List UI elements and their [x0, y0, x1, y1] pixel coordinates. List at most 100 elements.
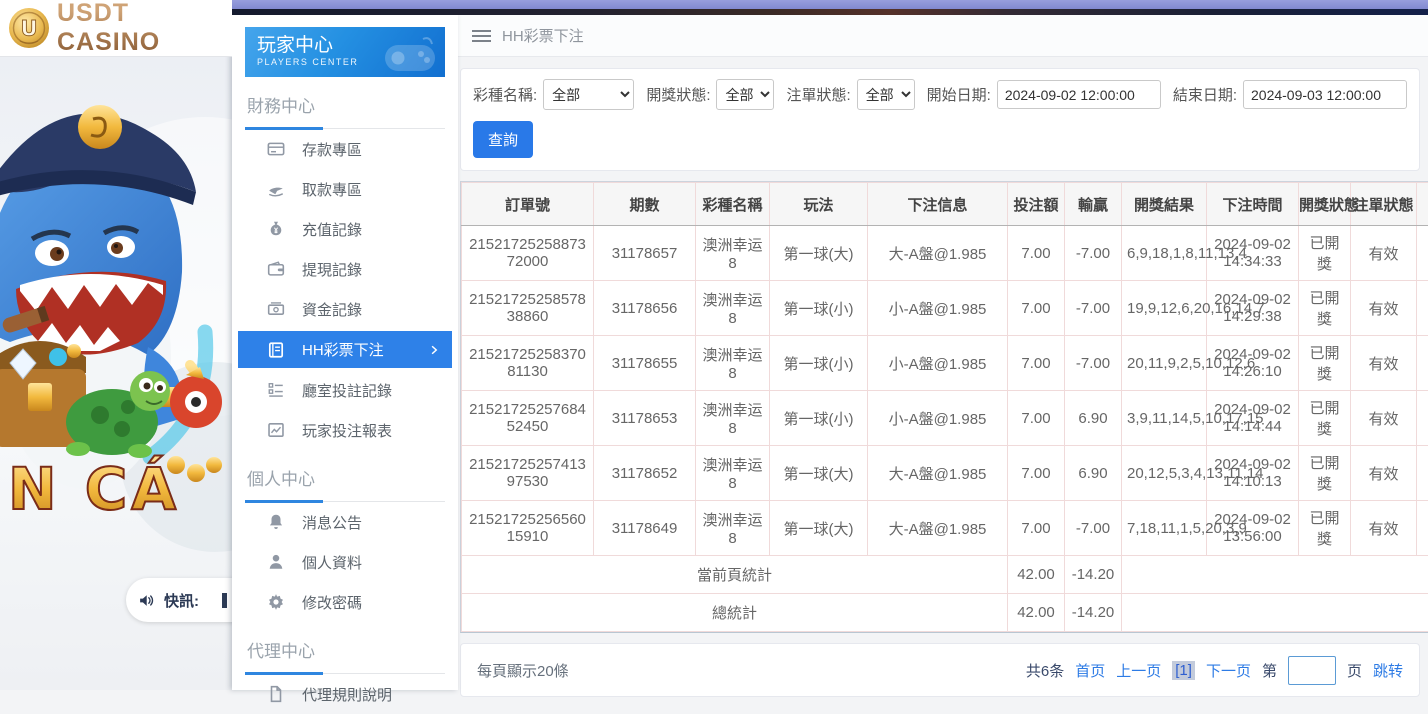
cell: 20,12,5,3,4,13,11,14 — [1122, 446, 1207, 501]
sidebar-item-user[interactable]: 個人資料 — [245, 542, 445, 582]
table-row: 215217252565601591031178649澳洲幸运8第一球(大)大-… — [462, 501, 1428, 556]
cell: 第一球(小) — [770, 391, 868, 446]
current-page[interactable]: [1] — [1172, 661, 1195, 680]
sidebar-item-label: 個人資料 — [302, 552, 362, 573]
start-date-input[interactable] — [997, 80, 1161, 109]
cell: 已開獎 — [1299, 226, 1351, 281]
next-page-link[interactable]: 下一页 — [1206, 660, 1251, 681]
bets-table: 訂單號期數彩種名稱玩法下注信息投注額輸贏開獎結果下注時間開獎狀態注單狀態2152… — [461, 182, 1428, 632]
column-header: 下注信息 — [868, 183, 1008, 226]
summary-label: 當前頁統計 — [462, 556, 1008, 594]
ticker-text-fragment — [222, 593, 227, 608]
brand-name: USDT CASINO — [57, 0, 232, 57]
cell: 小-A盤@1.985 — [868, 391, 1008, 446]
cell: 大-A盤@1.985 — [868, 446, 1008, 501]
cashout-wallet-icon — [267, 260, 285, 278]
cell: 有效 — [1351, 336, 1417, 391]
column-header: 下注時間 — [1207, 183, 1299, 226]
cell: 澳洲幸运8 — [696, 281, 770, 336]
promo-caption: N CÁ — [8, 454, 180, 523]
sidebar-item-bell[interactable]: 消息公告 — [245, 502, 445, 542]
section-divider — [245, 126, 445, 129]
cell: 已開獎 — [1299, 391, 1351, 446]
column-header: 彩種名稱 — [696, 183, 770, 226]
prev-page-link[interactable]: 上一页 — [1116, 660, 1161, 681]
jump-button[interactable]: 跳转 — [1373, 660, 1403, 681]
sidebar-item-report-chart[interactable]: 玩家投注報表 — [245, 410, 445, 450]
bets-table-wrap: 訂單號期數彩種名稱玩法下注信息投注額輸贏開獎結果下注時間開獎狀態注單狀態2152… — [460, 181, 1428, 633]
cell: 7.00 — [1008, 281, 1065, 336]
column-header: 投注額 — [1008, 183, 1065, 226]
cell: 第一球(大) — [770, 446, 868, 501]
cell: 31178655 — [594, 336, 696, 391]
cell: 7.00 — [1008, 501, 1065, 556]
cell: 已開獎 — [1299, 446, 1351, 501]
cell — [1417, 281, 1428, 336]
section-divider — [245, 499, 445, 502]
jump-suffix-label: 页 — [1347, 660, 1362, 681]
cell: -7.00 — [1065, 336, 1122, 391]
sidebar-item-gear[interactable]: 修改密碼 — [245, 582, 445, 622]
filter-panel: 彩種名稱: 全部 開獎狀態: 全部 注單狀態: 全部 開始日期: 結束日期: 查… — [460, 68, 1420, 171]
cell: 澳洲幸运8 — [696, 446, 770, 501]
sidebar-item-recharge-bag[interactable]: 充值記錄 — [245, 209, 445, 249]
sidebar-item-document[interactable]: 代理規則說明 — [245, 674, 445, 714]
column-header: 訂單號 — [462, 183, 594, 226]
cell: 澳洲幸运8 — [696, 226, 770, 281]
cell: 20,11,9,2,5,10,12,6 — [1122, 336, 1207, 391]
topbar-dark-strip — [232, 9, 1428, 15]
sidebar-item-label: 資金記錄 — [302, 299, 362, 320]
sidebar-item-funds-note[interactable]: 資金記錄 — [245, 289, 445, 329]
summary-empty — [1122, 594, 1428, 632]
cell: 第一球(大) — [770, 226, 868, 281]
cell: 2152172525768452450 — [462, 391, 594, 446]
table-row: 215217252588737200031178657澳洲幸运8第一球(大)大-… — [462, 226, 1428, 281]
lottery-type-select[interactable]: 全部 — [543, 79, 634, 110]
bell-icon — [267, 513, 285, 531]
sidebar-item-lottery-ledger[interactable]: HH彩票下注 — [238, 331, 452, 368]
column-header: 開獎狀態 — [1299, 183, 1351, 226]
speaker-icon — [138, 592, 155, 609]
cell: 31178653 — [594, 391, 696, 446]
summary-row: 當前頁統計42.00-14.20 — [462, 556, 1428, 594]
page-size-text: 每頁顯示20條 — [477, 660, 569, 681]
sidebar-section-title: 代理中心 — [245, 637, 445, 662]
cell: 大-A盤@1.985 — [868, 226, 1008, 281]
cell: 第一球(小) — [770, 281, 868, 336]
search-button[interactable]: 查詢 — [473, 121, 533, 158]
sidebar-item-label: 玩家投注報表 — [302, 420, 392, 441]
summary-winloss-total: -14.20 — [1065, 594, 1122, 632]
cell: 有效 — [1351, 226, 1417, 281]
table-header-row: 訂單號期數彩種名稱玩法下注信息投注額輸贏開獎結果下注時間開獎狀態注單狀態 — [462, 183, 1428, 226]
svg-text:U: U — [20, 17, 37, 41]
summary-bet-total: 42.00 — [1008, 556, 1065, 594]
cell: 澳洲幸运8 — [696, 501, 770, 556]
cell: 7,18,11,1,5,20,3,9 — [1122, 501, 1207, 556]
order-status-label: 注單狀態: — [786, 84, 850, 105]
end-date-input[interactable] — [1243, 80, 1407, 109]
table-row: 215217252576845245031178653澳洲幸运8第一球(小)小-… — [462, 391, 1428, 446]
page-jump-input[interactable] — [1288, 656, 1336, 685]
deposit-card-icon — [267, 140, 285, 158]
draw-status-select[interactable]: 全部 — [716, 79, 774, 110]
cell — [1417, 446, 1428, 501]
sidebar-item-label: 消息公告 — [302, 512, 362, 533]
cell: -7.00 — [1065, 281, 1122, 336]
sidebar-item-hall-records[interactable]: 廳室投註記錄 — [245, 370, 445, 410]
first-page-link[interactable]: 首页 — [1075, 660, 1105, 681]
main-header: HH彩票下注 — [458, 15, 1428, 57]
sidebar-item-cashout-wallet[interactable]: 提現記錄 — [245, 249, 445, 289]
page-title: HH彩票下注 — [502, 25, 584, 46]
sidebar-item-deposit-card[interactable]: 存款專區 — [245, 129, 445, 169]
cell: 6.90 — [1065, 391, 1122, 446]
sidebar-item-withdraw-hand[interactable]: 取款專區 — [245, 169, 445, 209]
hamburger-icon[interactable] — [472, 30, 491, 42]
order-status-select[interactable]: 全部 — [857, 79, 915, 110]
cell: 31178656 — [594, 281, 696, 336]
cell: 6.90 — [1065, 446, 1122, 501]
cell: 有效 — [1351, 501, 1417, 556]
cell: 2152172525837081130 — [462, 336, 594, 391]
pagination-panel: 每頁顯示20條 共6条 首页 上一页 [1] 下一页 第 页 跳转 — [460, 643, 1420, 697]
brand-logo[interactable]: U USDT CASINO — [0, 0, 232, 57]
cell: 31178657 — [594, 226, 696, 281]
